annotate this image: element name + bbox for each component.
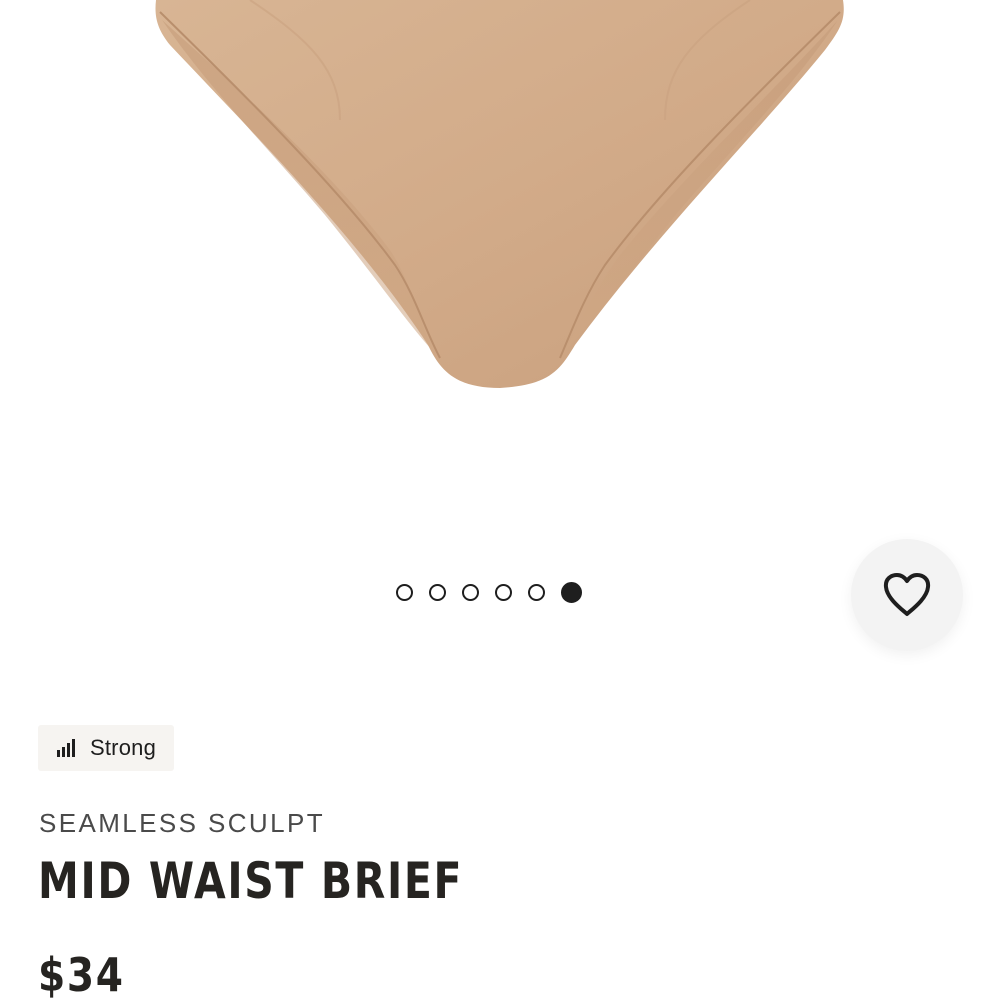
compression-label: Strong xyxy=(90,735,157,760)
signal-bars-icon xyxy=(57,739,75,757)
product-price: $34 xyxy=(38,948,125,1000)
carousel-dot[interactable] xyxy=(528,584,545,601)
heart-icon xyxy=(883,573,931,616)
carousel-dot-active[interactable] xyxy=(561,582,582,603)
image-carousel-dots xyxy=(396,582,582,603)
product-title: MID WAIST BRIEF xyxy=(38,852,464,910)
carousel-dot[interactable] xyxy=(429,584,446,601)
carousel-dot[interactable] xyxy=(396,584,413,601)
compression-level-badge: Strong xyxy=(38,725,175,771)
collection-name: SEAMLESS SCULPT xyxy=(39,808,325,838)
wishlist-button[interactable] xyxy=(851,539,963,651)
carousel-dot[interactable] xyxy=(495,584,512,601)
product-page: Strong SEAMLESS SCULPT MID WAIST BRIEF $… xyxy=(0,0,1000,1000)
carousel-dot[interactable] xyxy=(462,584,479,601)
product-image[interactable] xyxy=(0,0,1000,560)
